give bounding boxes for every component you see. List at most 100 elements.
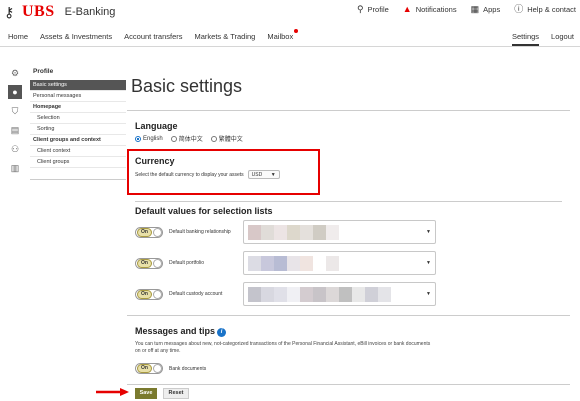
people-icon[interactable]: ⚇ <box>8 142 22 156</box>
language-english[interactable]: English <box>135 135 163 142</box>
columns-icon[interactable]: ▥ <box>8 161 22 175</box>
default-custody-label: Default custody account <box>169 291 223 297</box>
nav-home[interactable]: Home <box>8 32 28 41</box>
language-traditional-chinese[interactable]: 繁體中文 <box>210 134 243 143</box>
nav-logout[interactable]: Logout <box>551 32 574 45</box>
chevron-down-icon: ▼ <box>426 291 431 297</box>
bank-documents-toggle[interactable]: On <box>135 363 163 374</box>
bank-documents-label: Bank documents <box>169 365 207 372</box>
nav-mailbox[interactable]: Mailbox <box>267 29 299 41</box>
default-custody-toggle[interactable]: On <box>135 288 163 300</box>
default-portfolio-label: Default portfolio <box>169 260 205 266</box>
help-link-label: Help & contact <box>527 5 576 14</box>
nav-left: Home Assets & Investments Account transf… <box>8 29 299 41</box>
nav-settings[interactable]: Settings <box>511 32 540 46</box>
main-nav: Home Assets & Investments Account transf… <box>0 27 580 47</box>
notifications-link-label: Notifications <box>415 5 457 14</box>
currency-row: Select the default currency to display y… <box>135 170 312 179</box>
currency-value: USD <box>251 171 263 178</box>
app-name: E-Banking <box>64 6 116 18</box>
profile-link-label: Profile <box>367 5 389 14</box>
default-banking-toggle[interactable]: On <box>135 226 163 238</box>
bell-icon: ▲ <box>402 4 412 14</box>
language-english-label: English <box>143 135 163 142</box>
nav-mailbox-label: Mailbox <box>267 32 294 41</box>
radio-unchecked-icon <box>210 135 217 142</box>
document-icon[interactable]: ▤ <box>8 123 22 137</box>
toggle-knob <box>153 258 162 268</box>
person-icon: ⚲ <box>356 4 364 14</box>
menu-item-homepage[interactable]: Homepage <box>30 102 126 113</box>
gear-icon[interactable]: ⚙ <box>8 66 22 80</box>
default-portfolio-select[interactable]: ▼ <box>243 251 436 275</box>
logo-text: UBS <box>22 3 55 20</box>
red-arrow-annotation <box>96 388 129 396</box>
nav-right: Settings Logout <box>511 32 574 46</box>
redacted-value <box>248 255 339 271</box>
default-banking-select[interactable]: ▼ <box>243 220 436 244</box>
page-title: Basic settings <box>131 76 243 96</box>
menu-item-personal-messages[interactable]: Personal messages <box>30 91 126 102</box>
side-icon-bar: ⚙ ● ⛉ ▤ ⚇ ▥ <box>8 66 22 180</box>
unread-dot <box>294 29 299 33</box>
currency-section-highlight: Currency Select the default currency to … <box>127 149 320 195</box>
language-section: Language English 简体中文 繁體中文 <box>127 110 570 148</box>
shield-icon[interactable]: ⛉ <box>8 104 22 118</box>
messages-section: Messages and tips i You can turn messages… <box>127 315 570 395</box>
nav-transfers[interactable]: Account transfers <box>124 32 182 41</box>
currency-description: Select the default currency to display y… <box>135 171 244 178</box>
language-options: English 简体中文 繁體中文 <box>135 134 562 143</box>
toggle-on-label: On <box>137 364 152 373</box>
notifications-link[interactable]: ▲ Notifications <box>402 4 457 15</box>
menu-divider <box>30 168 126 180</box>
top-links: ⚲ Profile ▲ Notifications ▦ Apps ⓘ Help … <box>356 4 576 15</box>
nav-markets[interactable]: Markets & Trading <box>195 32 256 41</box>
currency-select[interactable]: USD ▼ <box>247 170 280 179</box>
default-portfolio-row: On Default portfolio ▼ <box>135 251 562 275</box>
menu-item-sorting[interactable]: Sorting <box>30 124 126 135</box>
menu-title: Profile <box>33 68 54 75</box>
help-link[interactable]: ⓘ Help & contact <box>514 4 576 15</box>
messages-description: You can turn messages about new, not-cat… <box>135 341 431 354</box>
info-icon[interactable]: i <box>217 328 227 337</box>
default-portfolio-toggle[interactable]: On <box>135 257 163 269</box>
chevron-down-icon: ▼ <box>270 171 276 178</box>
messages-title: Messages and tips i <box>135 326 562 337</box>
default-banking-label: Default banking relationship <box>169 229 231 235</box>
settings-menu: Profile Basic settings Personal messages… <box>30 66 126 180</box>
toggle-knob <box>153 289 162 299</box>
chevron-down-icon: ▼ <box>426 260 431 266</box>
language-traditional-label: 繁體中文 <box>218 137 243 143</box>
apps-link-label: Apps <box>483 5 501 14</box>
form-footer: Save Reset <box>127 384 570 401</box>
toggle-knob <box>153 227 162 237</box>
language-title: Language <box>135 121 178 131</box>
messages-title-text: Messages and tips <box>135 326 216 336</box>
ubs-keys-icon: ⚷ <box>4 4 15 20</box>
bank-documents-row: On Bank documents <box>135 363 562 374</box>
menu-item-client-groups-context[interactable]: Client groups and context <box>30 135 126 146</box>
language-simplified-chinese[interactable]: 简体中文 <box>170 134 203 143</box>
default-custody-select[interactable]: ▼ <box>243 282 436 306</box>
ubs-logo[interactable]: ⚷ UBS E-Banking <box>4 3 116 20</box>
reset-button[interactable]: Reset <box>163 388 189 399</box>
redacted-value <box>248 224 339 240</box>
apps-link[interactable]: ▦ Apps <box>471 5 501 15</box>
currency-title: Currency <box>135 156 175 166</box>
save-button[interactable]: Save <box>135 388 157 399</box>
profile-link[interactable]: ⚲ Profile <box>356 4 389 15</box>
nav-assets[interactable]: Assets & Investments <box>40 32 112 41</box>
toggle-on-label: On <box>137 227 152 237</box>
person-icon[interactable]: ● <box>8 85 22 99</box>
default-banking-row: On Default banking relationship ▼ <box>135 220 562 244</box>
radio-checked-icon <box>135 135 141 142</box>
chevron-down-icon: ▼ <box>426 229 431 235</box>
redacted-value <box>248 286 391 302</box>
toggle-knob <box>153 364 162 373</box>
help-icon: ⓘ <box>514 4 524 14</box>
menu-item-basic-settings[interactable]: Basic settings <box>30 80 126 91</box>
menu-item-selection[interactable]: Selection <box>30 113 126 124</box>
menu-item-client-context[interactable]: Client context <box>30 146 126 157</box>
language-simplified-label: 简体中文 <box>178 137 203 143</box>
menu-item-client-groups[interactable]: Client groups <box>30 157 126 168</box>
